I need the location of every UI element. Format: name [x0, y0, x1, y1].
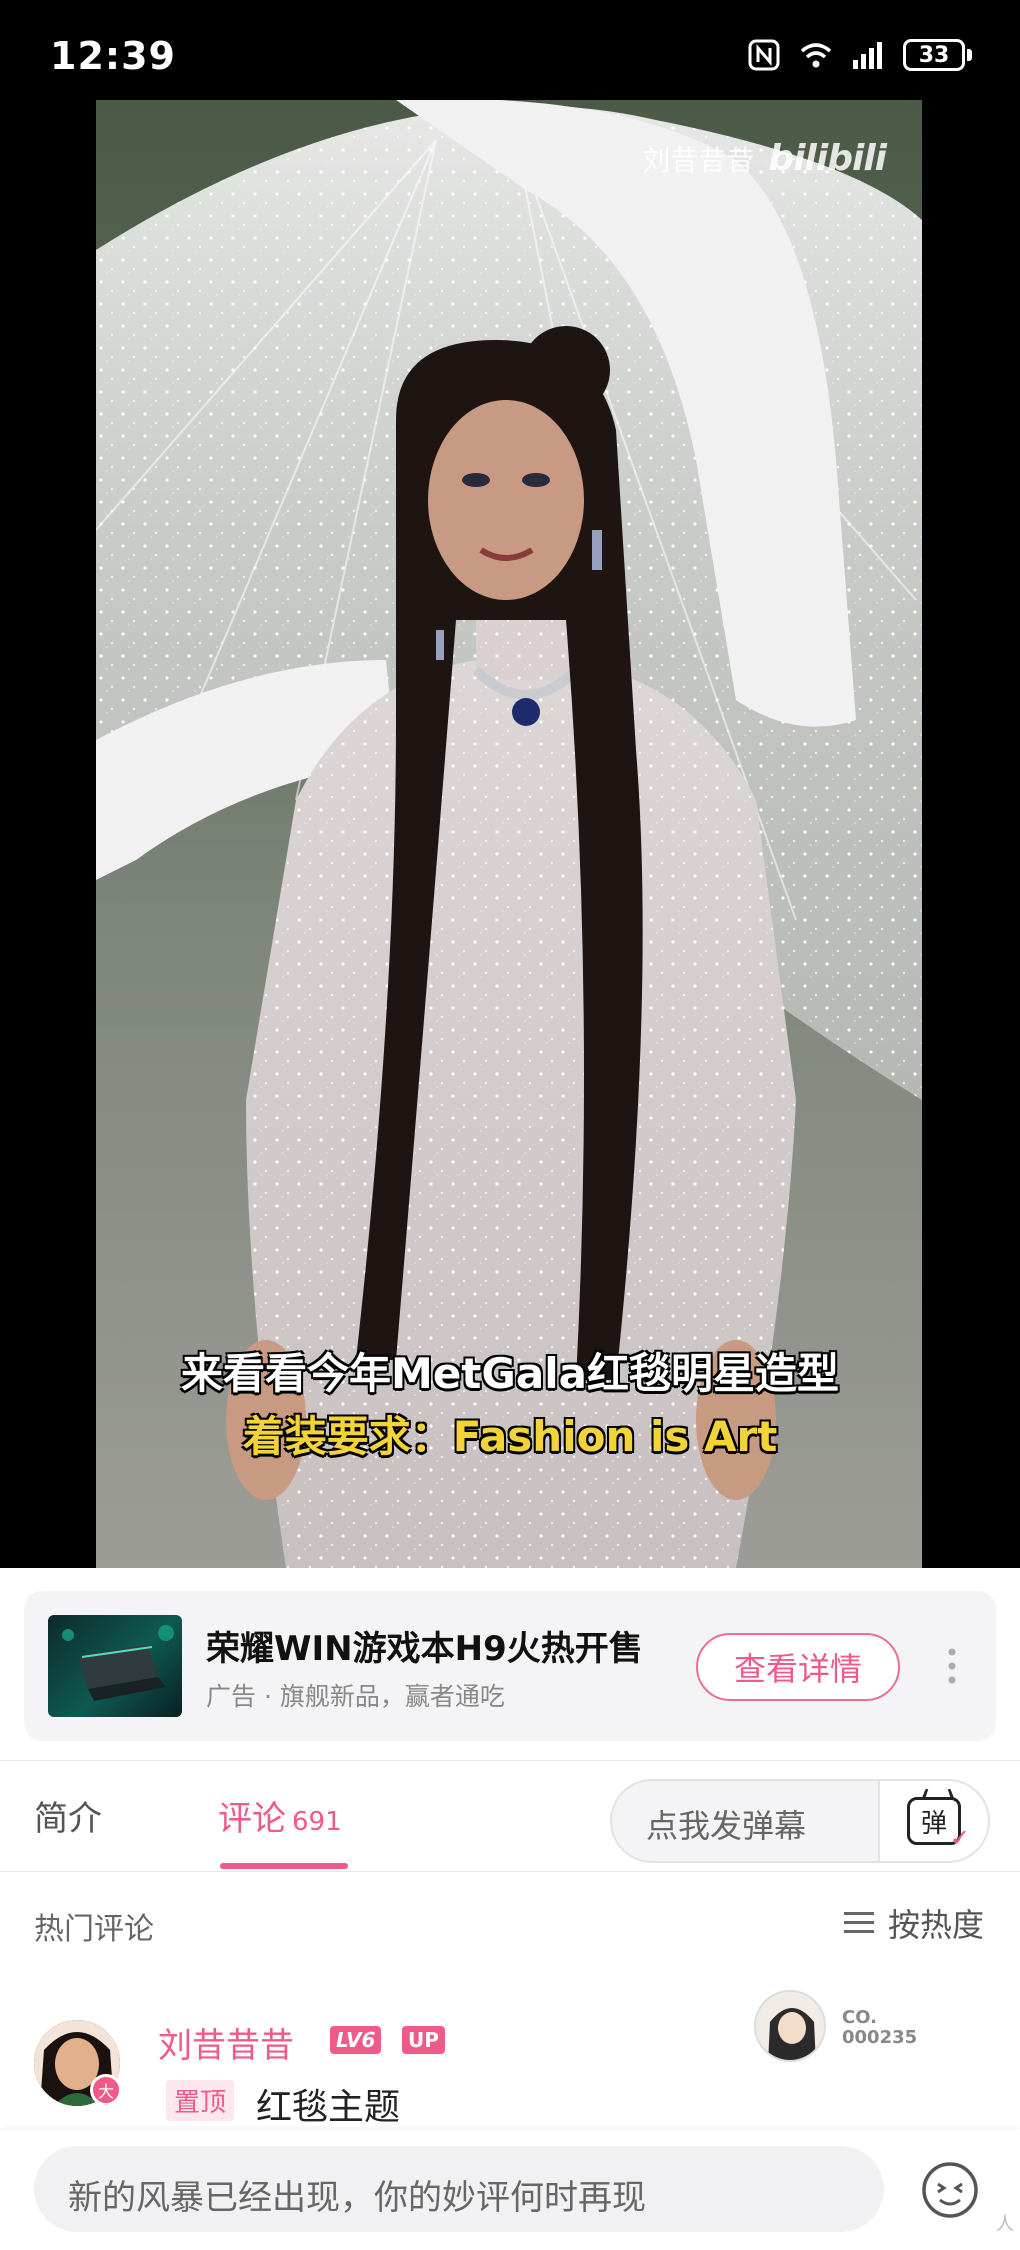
laptop-image	[62, 1625, 174, 1701]
reply-bar: 新的风暴已经出现，你的妙评何时再现 人	[0, 2130, 1020, 2250]
active-tab-indicator	[220, 1863, 348, 1869]
edge-text: 人	[996, 2214, 1014, 2235]
fan-badge-avatar	[754, 1990, 826, 2062]
fan-badge-label: CO. 000235	[842, 2007, 918, 2048]
ad-card[interactable]: 荣耀WIN游戏本H9火热开售 广告 · 旗舰新品，赢者通吃 查看详情	[24, 1591, 996, 1741]
danmaku-input[interactable]: 点我发弹幕 弹 ✓	[610, 1779, 990, 1863]
status-icons: 33	[747, 38, 972, 72]
tab-comments-label: 评论	[218, 1799, 286, 1839]
avatar-badge: 大	[90, 2074, 122, 2106]
video-subtitle-line2: 着装要求：Fashion is Art	[242, 1412, 778, 1461]
video-player[interactable]: 刘昔昔昔 bilibili 来看看今年MetGala红毯明星造型 着装要求：Fa…	[0, 100, 1020, 1568]
up-badge: UP	[402, 2026, 445, 2054]
danmaku-placeholder: 点我发弹幕	[646, 1807, 807, 1845]
bilibili-logo: bilibili	[768, 138, 887, 179]
comments-count: 691	[292, 1807, 342, 1837]
level-badge: LV6	[330, 2026, 382, 2054]
danmaku-icon: 弹 ✓	[907, 1797, 970, 1852]
comment-item[interactable]: 大 刘昔昔昔 LV6 UP 置顶 红毯主题 CO. 000235	[0, 1990, 1020, 2130]
status-time: 12:39	[50, 34, 176, 78]
video-watermark: 刘昔昔昔 bilibili	[642, 138, 887, 179]
comment-username[interactable]: 刘昔昔昔	[158, 2018, 294, 2067]
ad-title[interactable]: 荣耀WIN游戏本H9火热开售	[206, 1621, 643, 1670]
more-options-icon[interactable]	[948, 1647, 956, 1685]
ad-details-button[interactable]: 查看详情	[696, 1633, 900, 1701]
danmaku-icon-label: 弹	[920, 1808, 947, 1839]
wifi-icon	[800, 43, 832, 68]
battery-level: 33	[903, 39, 965, 71]
emoji-icon[interactable]	[920, 2160, 980, 2220]
ad-thumbnail[interactable]	[48, 1615, 182, 1717]
status-bar: 12:39 33	[0, 0, 1020, 100]
watermark-name: 刘昔昔昔	[642, 143, 755, 177]
reply-input[interactable]: 新的风暴已经出现，你的妙评何时再现	[34, 2146, 884, 2232]
danmaku-toggle-button[interactable]: 弹 ✓	[878, 1781, 988, 1861]
tab-comments[interactable]: 评论 691	[218, 1791, 342, 1840]
pinned-tag: 置顶	[166, 2080, 235, 2121]
ad-subtitle: 广告 · 旗舰新品，赢者通吃	[206, 1682, 505, 1711]
sort-icon	[843, 1912, 874, 1933]
comment-text[interactable]: 红毯主题	[256, 2078, 400, 2130]
nfc-icon	[748, 39, 780, 71]
battery-icon: 33	[903, 39, 972, 71]
sort-toggle[interactable]: 按热度	[842, 1900, 984, 1946]
reply-placeholder: 新的风暴已经出现，你的妙评何时再现	[68, 2178, 646, 2218]
tab-intro[interactable]: 简介	[34, 1791, 102, 1840]
signal-icon	[853, 42, 882, 69]
sort-label: 按热度	[887, 1906, 984, 1944]
hot-comments-title: 热门评论	[34, 1912, 154, 1947]
content-tabs: 简介 评论 691 点我发弹幕 弹 ✓	[0, 1760, 1020, 1872]
video-subtitle-line1: 来看看今年MetGala红毯明星造型	[181, 1349, 839, 1398]
